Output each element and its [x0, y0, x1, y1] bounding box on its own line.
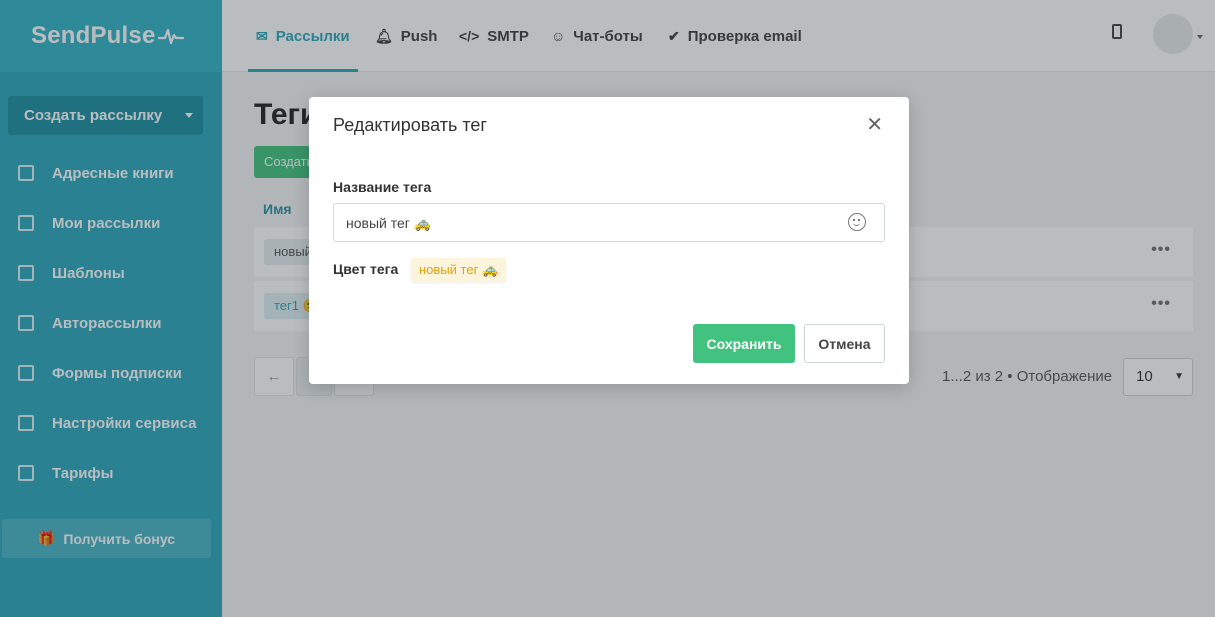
tag-name-input[interactable]: новый тег 🚕 [333, 203, 885, 242]
emoji-icon[interactable] [848, 213, 866, 231]
tag-color-label: Цвет тега [333, 261, 399, 277]
tag-name-value: новый тег 🚕 [346, 215, 432, 231]
save-button[interactable]: Сохранить [693, 324, 795, 363]
modal-title: Редактировать тег [333, 115, 487, 135]
tag-color-picker[interactable]: новый тег 🚕 [411, 258, 507, 282]
cancel-button[interactable]: Отмена [804, 324, 885, 363]
tag-name-label: Название тега [333, 179, 432, 195]
close-icon[interactable]: ✕ [866, 115, 883, 135]
edit-tag-modal: Редактировать тег ✕ Название тега новый … [309, 97, 909, 384]
